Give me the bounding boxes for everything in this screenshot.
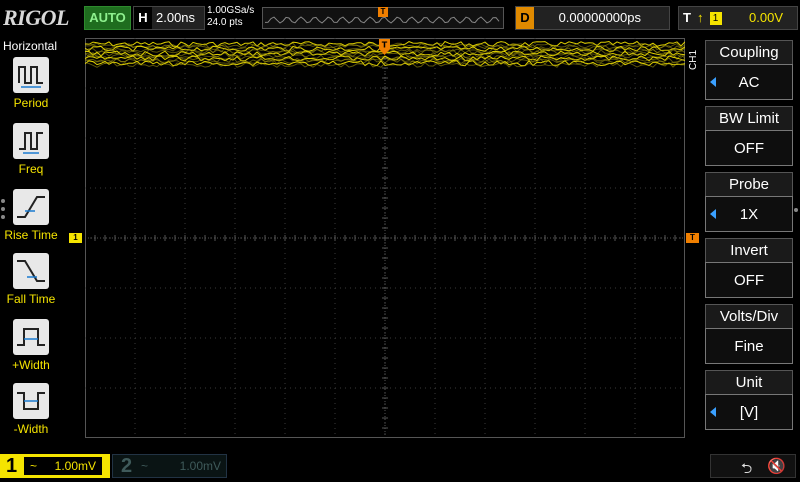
waveform-memory-bar[interactable]: T xyxy=(262,7,504,29)
menu-page-indicator xyxy=(794,208,798,212)
select-arrow-icon xyxy=(710,77,716,87)
probe-title: Probe xyxy=(705,172,793,196)
usb-icon: ⮌ xyxy=(741,460,753,476)
delay-letter: D xyxy=(516,7,534,29)
waveform-display[interactable] xyxy=(85,38,685,438)
probe-value: 1X xyxy=(705,196,793,232)
rise-time-icon xyxy=(13,189,49,225)
measure-negative-width-label: -Width xyxy=(13,422,49,436)
volts-div-button[interactable]: Volts/Div Fine xyxy=(705,304,793,364)
measure-freq-button[interactable]: Freq xyxy=(0,123,62,176)
trigger-indicator[interactable]: T ↑ 1 0.00V xyxy=(678,6,798,30)
acquisition-info: 1.00GSa/s 24.0 pts xyxy=(207,5,254,29)
probe-button[interactable]: Probe 1X xyxy=(705,172,793,232)
ch1-settings: ~ 1.00mV xyxy=(24,457,102,475)
bw-limit-value: OFF xyxy=(705,130,793,166)
ch1-offset-marker[interactable]: 1 xyxy=(69,233,82,243)
sample-rate: 1.00GSa/s xyxy=(207,5,255,16)
delay-indicator[interactable]: D 0.00000000ps xyxy=(515,6,670,30)
measure-rise-time-label: Rise Time xyxy=(4,228,58,242)
run-mode-badge[interactable]: AUTO xyxy=(84,6,131,30)
bw-limit-title: BW Limit xyxy=(705,106,793,130)
volts-div-title: Volts/Div xyxy=(705,304,793,328)
trigger-position-marker[interactable]: T xyxy=(379,39,390,55)
coupling-value: AC xyxy=(705,64,793,100)
coupling-title: Coupling xyxy=(705,40,793,64)
fall-time-icon xyxy=(13,253,49,289)
rising-edge-icon: ↑ xyxy=(697,10,704,25)
volts-div-value: Fine xyxy=(705,328,793,364)
select-arrow-icon xyxy=(710,407,716,417)
brand-logo: RIGOL xyxy=(3,5,69,30)
ch2-status-tab[interactable]: 2 ~ 1.00mV xyxy=(112,454,227,478)
top-status-bar: RIGOL AUTO H 2.00ns 1.00GSa/s 24.0 pts T … xyxy=(0,0,800,36)
ac-coupling-icon: ~ xyxy=(30,459,38,473)
measure-positive-width-button[interactable]: +Width xyxy=(0,319,62,372)
ch2-scale: 1.00mV xyxy=(179,459,221,473)
memory-trigger-marker: T xyxy=(378,7,388,17)
coupling-button[interactable]: Coupling AC xyxy=(705,40,793,100)
measure-period-button[interactable]: Period xyxy=(0,57,62,110)
ch2-settings: ~ 1.00mV xyxy=(141,457,221,475)
measure-positive-width-label: +Width xyxy=(12,358,50,372)
trigger-position-label: T xyxy=(382,41,388,50)
channel-menu-label: CH1 xyxy=(688,49,699,70)
unit-value: [V] xyxy=(705,394,793,430)
measure-fall-time-button[interactable]: Fall Time xyxy=(0,253,62,306)
unit-title: Unit xyxy=(705,370,793,394)
unit-button[interactable]: Unit [V] xyxy=(705,370,793,430)
select-arrow-icon xyxy=(710,209,716,219)
ac-coupling-icon: ~ xyxy=(141,459,149,473)
measure-period-label: Period xyxy=(13,96,49,110)
measure-fall-time-label: Fall Time xyxy=(6,292,56,306)
delay-value: 0.00000000ps xyxy=(558,10,641,25)
positive-width-icon xyxy=(13,319,49,355)
timebase-indicator[interactable]: H 2.00ns xyxy=(133,6,205,30)
measure-menu: Horizontal Period Freq Rise Time Fall Ti… xyxy=(0,37,62,442)
memory-depth: 24.0 pts xyxy=(207,17,243,28)
speaker-muted-icon[interactable]: 🔇 xyxy=(767,457,786,475)
invert-button[interactable]: Invert OFF xyxy=(705,238,793,298)
ch2-number: 2 xyxy=(121,455,133,477)
bw-limit-button[interactable]: BW Limit OFF xyxy=(705,106,793,166)
trigger-level: 0.00V xyxy=(749,10,783,25)
invert-title: Invert xyxy=(705,238,793,262)
trigger-source: 1 xyxy=(709,12,722,25)
measure-freq-label: Freq xyxy=(18,162,44,176)
timebase-value: 2.00ns xyxy=(156,10,196,25)
negative-width-icon xyxy=(13,383,49,419)
menu-page-dots xyxy=(0,195,6,223)
frequency-icon xyxy=(13,123,49,159)
trigger-letter: T xyxy=(683,10,691,25)
horizontal-letter: H xyxy=(134,7,152,29)
measure-negative-width-button[interactable]: -Width xyxy=(0,383,62,436)
invert-value: OFF xyxy=(705,262,793,298)
measure-rise-time-button[interactable]: Rise Time xyxy=(0,189,62,242)
graticule xyxy=(85,38,685,438)
period-icon xyxy=(13,57,49,93)
channel-status-bar: 1 ~ 1.00mV 2 ~ 1.00mV ⮌ 🔇 xyxy=(0,452,800,480)
ch1-status-tab[interactable]: 1 ~ 1.00mV xyxy=(0,454,110,478)
system-status: ⮌ 🔇 xyxy=(710,454,796,478)
ch1-scale: 1.00mV xyxy=(54,459,96,473)
trigger-level-marker[interactable]: T xyxy=(686,233,699,243)
measure-menu-title: Horizontal xyxy=(3,39,58,53)
ch1-number: 1 xyxy=(6,455,18,477)
